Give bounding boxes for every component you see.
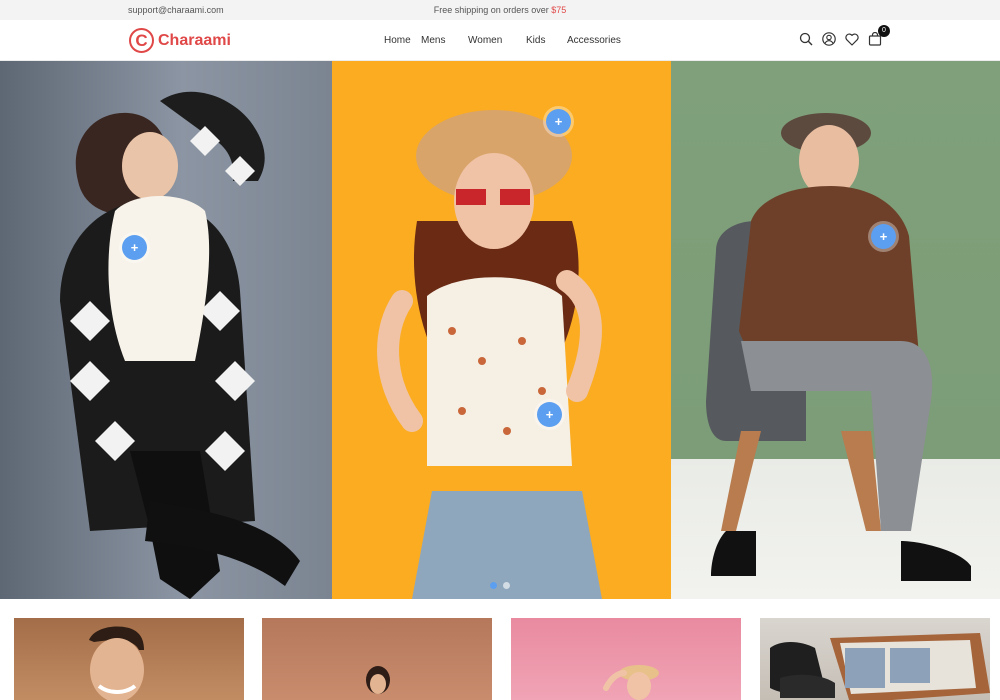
model-illustration	[706, 113, 971, 581]
category-image	[366, 666, 390, 694]
slider-pagination	[490, 582, 510, 589]
site-header: C Charaami Home Mens Women Kids Accessor…	[0, 20, 1000, 61]
nav-home[interactable]: Home	[384, 35, 411, 46]
nav-kids[interactable]: Kids	[526, 35, 545, 46]
search-icon[interactable]	[799, 32, 813, 46]
nav-women[interactable]: Women	[468, 35, 502, 46]
user-icon[interactable]	[822, 32, 836, 46]
slide-dot-1[interactable]	[490, 582, 497, 589]
slide-dot-2[interactable]	[503, 582, 510, 589]
category-image	[770, 633, 990, 700]
logo-mark: C	[129, 28, 154, 53]
top-bar: support@charaami.com Free shipping on or…	[0, 0, 1000, 20]
cart-button[interactable]: 0	[868, 25, 890, 46]
shipping-text: Free shipping on orders over	[433, 5, 552, 15]
brand-logo[interactable]: C Charaami	[129, 28, 231, 53]
model-illustration	[60, 91, 300, 599]
header-actions: 0	[799, 25, 890, 46]
product-hotspot-cardigan[interactable]: +	[122, 235, 147, 260]
hero-image-men-sweater: +	[671, 61, 1000, 599]
category-strip	[0, 618, 1000, 700]
nav-accessories[interactable]: Accessories	[567, 35, 621, 46]
shipping-threshold: $75	[551, 5, 567, 15]
hero-image-women-summer: + +	[332, 61, 671, 599]
category-card-accessories[interactable]	[760, 618, 990, 700]
category-image	[89, 626, 144, 700]
cart-count-badge: 0	[878, 25, 890, 37]
heart-icon[interactable]	[845, 32, 859, 46]
product-hotspot-hat[interactable]: +	[546, 109, 571, 134]
hero-image-women-cardigan: +	[0, 61, 332, 599]
nav-mens[interactable]: Mens	[421, 35, 445, 46]
hero-lookbook: + + + +	[0, 61, 1000, 599]
category-card-women[interactable]	[262, 618, 492, 700]
category-card-kids[interactable]	[511, 618, 741, 700]
category-image	[603, 665, 659, 700]
brand-name: Charaami	[158, 31, 231, 49]
model-illustration	[377, 110, 602, 599]
product-hotspot-sweater[interactable]: +	[871, 224, 896, 249]
category-card-men[interactable]	[14, 618, 244, 700]
shipping-notice: Free shipping on orders over $75	[0, 5, 1000, 15]
product-hotspot-top[interactable]: +	[537, 402, 562, 427]
